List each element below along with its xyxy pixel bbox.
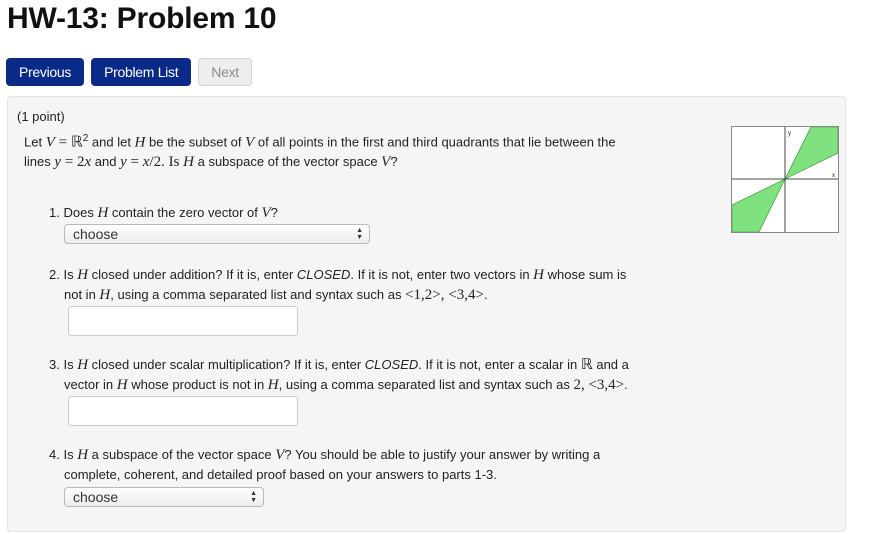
math-symbol: H: [267, 377, 279, 393]
question-text: ?: [270, 205, 278, 220]
question-4-answer-select[interactable]: choose ▲ ▼: [64, 487, 264, 507]
math-symbol: H: [533, 267, 545, 283]
math-symbol: V: [381, 154, 391, 171]
math-symbol: H: [77, 357, 89, 373]
question-text: Is: [63, 357, 78, 372]
question-text: .: [624, 377, 628, 392]
point-value: (1 point): [17, 109, 65, 124]
question-text: closed under addition? If it is, enter: [88, 267, 297, 282]
math-symbol: V: [45, 134, 55, 151]
math-symbol: V: [275, 447, 285, 463]
closed-keyword: CLOSED: [364, 357, 419, 372]
quadrant-graph: y x: [731, 126, 839, 233]
question-2-answer-input[interactable]: [68, 306, 298, 336]
page-title: HW-13: Problem 10: [7, 2, 277, 35]
question-4: 4. Is H a subspace of the vector space V…: [49, 445, 699, 485]
question-text: closed under scalar multiplication? If i…: [88, 357, 365, 372]
statement-text: a subspace of the vector space: [194, 154, 382, 170]
math-symbol: /2. Is: [149, 154, 184, 171]
question-number: 1.: [49, 205, 60, 220]
question-text: complete, coherent, and detailed proof b…: [64, 467, 497, 482]
graph-svg: y x: [731, 126, 839, 233]
problem-statement: Let V = ℝ2 and let H be the subset of V …: [24, 129, 714, 172]
statement-text: be the subset of: [145, 134, 246, 150]
question-text: whose sum is: [544, 267, 627, 282]
statement-text: Let: [24, 134, 46, 150]
math-symbol: ℝ: [70, 134, 83, 151]
question-2: 2. Is H closed under addition? If it is,…: [49, 265, 699, 305]
question-text: .: [483, 287, 488, 302]
math-symbol: = 2: [61, 154, 85, 171]
question-1-answer-select[interactable]: choose ▲ ▼: [64, 224, 370, 244]
question-text: and a: [592, 357, 629, 372]
question-text: ? You should be able to justify your ans…: [284, 447, 601, 462]
question-number: 3.: [49, 357, 60, 372]
question-text: , using a comma separated list and synta…: [278, 377, 574, 392]
question-text: contain the zero vector of: [108, 205, 262, 220]
math-symbol: H: [116, 377, 128, 393]
math-symbol: H: [77, 267, 89, 283]
question-number: 2.: [49, 267, 60, 282]
question-number: 4.: [49, 447, 60, 462]
question-text: . If it is not, enter a scalar in: [418, 357, 581, 372]
statement-text: and let: [88, 134, 135, 150]
statement-text: lines: [24, 154, 55, 170]
math-symbol: H: [99, 287, 111, 303]
math-symbol: =: [54, 134, 71, 151]
select-value: choose: [73, 226, 119, 242]
question-text: vector in: [64, 377, 117, 392]
select-value: choose: [73, 489, 119, 505]
statement-text: ?: [390, 154, 398, 170]
problem-list-button[interactable]: Problem List: [91, 58, 192, 86]
question-text: whose product is not in: [127, 377, 268, 392]
math-symbol: V: [245, 134, 255, 151]
previous-button[interactable]: Previous: [6, 58, 85, 86]
question-text: Is: [63, 267, 78, 282]
question-text: . If it is not, enter two vectors in: [350, 267, 534, 282]
select-arrows-icon: ▲ ▼: [250, 490, 257, 504]
region-first-quadrant: [784, 126, 839, 180]
math-symbol: =: [126, 154, 143, 171]
math-symbol: V: [261, 205, 271, 221]
select-arrows-icon: ▲ ▼: [356, 227, 363, 241]
statement-text: of all points in the first and third qua…: [254, 134, 616, 150]
question-3-answer-input[interactable]: [68, 396, 298, 426]
question-text: , using a comma separated list and synta…: [110, 287, 406, 302]
x-axis-label: x: [832, 173, 835, 179]
region-third-quadrant: [731, 178, 786, 233]
math-symbol: y: [120, 154, 127, 171]
syntax-example: <1,2>, <3,4>: [405, 287, 484, 303]
closed-keyword: CLOSED: [296, 267, 351, 282]
problem-panel: (1 point) Let V = ℝ2 and let H be the su…: [7, 96, 846, 532]
question-text: Is: [63, 447, 78, 462]
math-symbol: H: [77, 447, 89, 463]
math-symbol: H: [134, 134, 146, 151]
syntax-example: 2, <3,4>: [573, 377, 625, 393]
question-text: not in: [64, 287, 100, 302]
question-text: a subspace of the vector space: [88, 447, 276, 462]
question-3: 3. Is H closed under scalar multiplicati…: [49, 355, 699, 395]
next-button[interactable]: Next: [198, 58, 252, 86]
question-text: Does: [63, 205, 98, 220]
math-symbol: H: [97, 205, 109, 221]
y-axis-label: y: [788, 131, 791, 137]
math-symbol: ℝ: [580, 357, 593, 373]
math-symbol: H: [183, 154, 194, 171]
question-1: 1. Does H contain the zero vector of V?: [49, 203, 699, 223]
statement-text: and: [91, 154, 121, 170]
problem-navigation: Previous Problem List Next: [6, 58, 252, 86]
